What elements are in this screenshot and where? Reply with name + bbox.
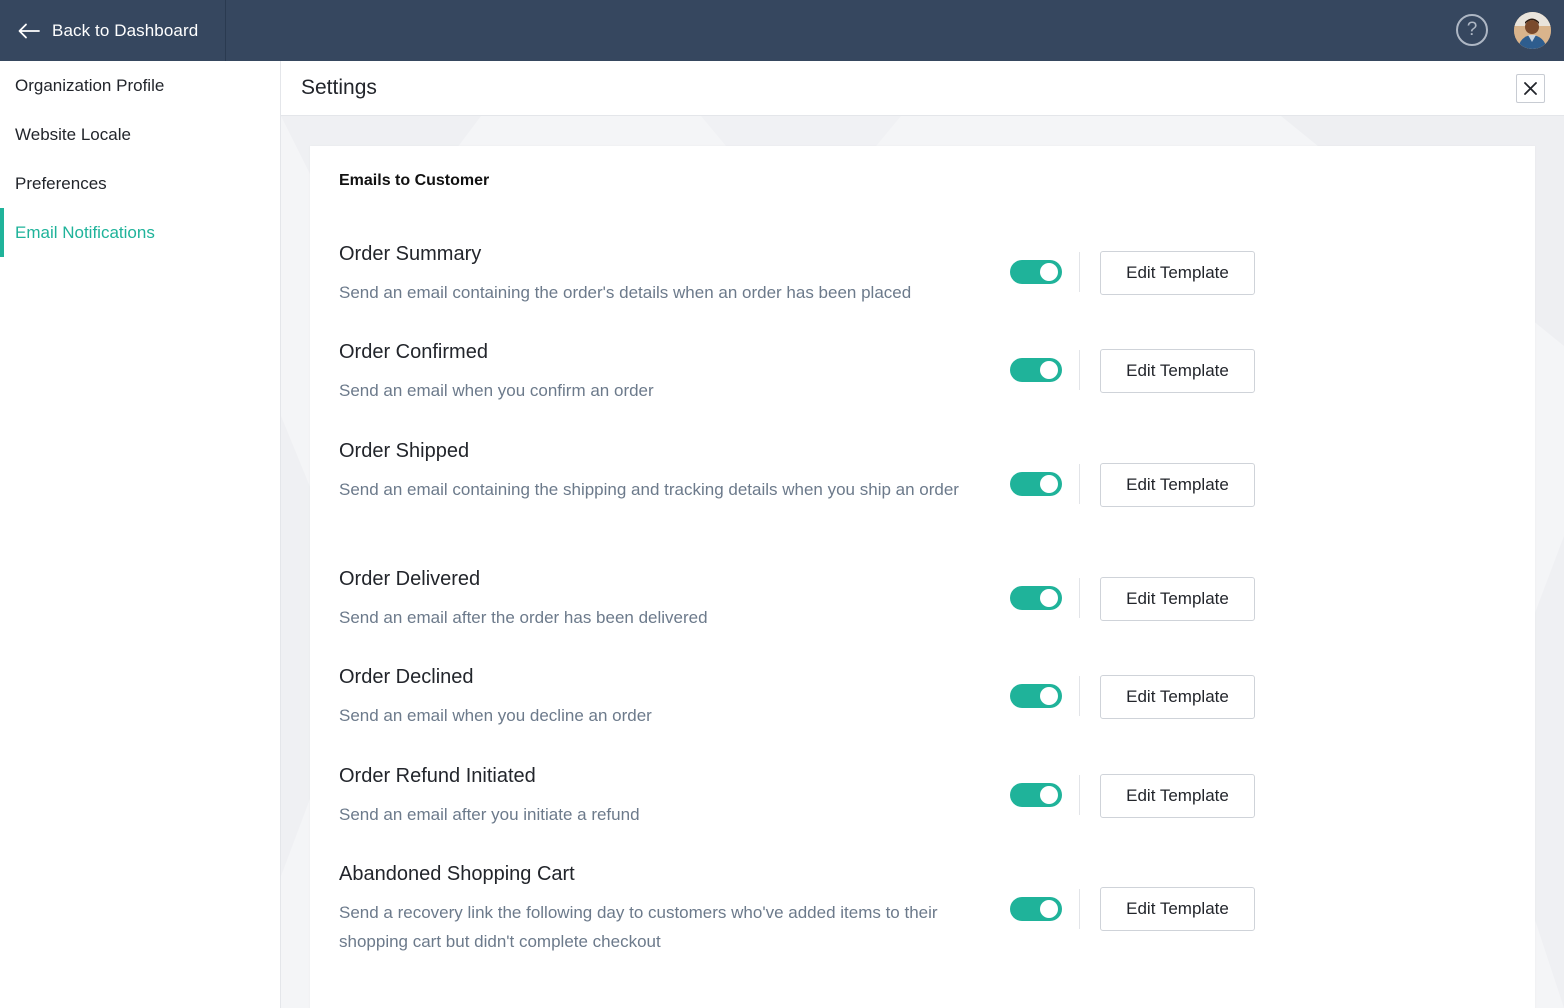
notification-title: Abandoned Shopping Cart bbox=[339, 863, 575, 885]
sidebar-item-label: Website Locale bbox=[15, 124, 131, 144]
edit-template-button[interactable]: Edit Template bbox=[1100, 349, 1255, 393]
edit-template-button[interactable]: Edit Template bbox=[1100, 577, 1255, 621]
settings-header: Settings bbox=[281, 61, 1564, 116]
notification-description: Send an email after you initiate a refun… bbox=[339, 805, 640, 824]
avatar[interactable] bbox=[1514, 12, 1551, 49]
notification-description: Send an email when you confirm an order bbox=[339, 381, 654, 400]
edit-template-button[interactable]: Edit Template bbox=[1100, 251, 1255, 295]
notification-description: Send an email containing the shipping an… bbox=[339, 480, 959, 499]
order-declined-toggle[interactable] bbox=[1010, 684, 1062, 708]
avatar-image bbox=[1514, 12, 1551, 49]
back-to-dashboard-link[interactable]: Back to Dashboard bbox=[0, 0, 226, 61]
notification-description: Send an email after the order has been d… bbox=[339, 608, 708, 627]
arrow-left-icon bbox=[18, 23, 40, 38]
page-title: Settings bbox=[301, 76, 377, 99]
divider bbox=[1079, 350, 1080, 390]
abandoned-shopping-cart-toggle[interactable] bbox=[1010, 897, 1062, 921]
edit-template-button[interactable]: Edit Template bbox=[1100, 774, 1255, 818]
notification-description: Send an email containing the order's det… bbox=[339, 283, 912, 302]
notification-description: Send an email when you decline an order bbox=[339, 706, 652, 725]
divider bbox=[1079, 252, 1080, 292]
sidebar-item-email-notifications[interactable]: Email Notifications bbox=[0, 208, 280, 257]
edit-template-button[interactable]: Edit Template bbox=[1100, 887, 1255, 931]
divider bbox=[1079, 775, 1080, 815]
order-confirmed-toggle[interactable] bbox=[1010, 358, 1062, 382]
notification-title: Order Declined bbox=[339, 666, 474, 688]
divider bbox=[1079, 889, 1080, 929]
email-notifications-card: Emails to Customer Order Summary Send an… bbox=[310, 146, 1535, 1008]
sidebar: Organization Profile Website Locale Pref… bbox=[0, 61, 281, 1008]
sidebar-item-preferences[interactable]: Preferences bbox=[0, 159, 280, 208]
divider bbox=[1079, 464, 1080, 504]
order-delivered-toggle[interactable] bbox=[1010, 586, 1062, 610]
sidebar-item-label: Email Notifications bbox=[15, 222, 155, 242]
order-shipped-toggle[interactable] bbox=[1010, 472, 1062, 496]
top-bar: Back to Dashboard ? bbox=[0, 0, 1564, 61]
notification-title: Order Summary bbox=[339, 243, 482, 265]
notification-title: Order Delivered bbox=[339, 568, 481, 590]
sidebar-item-label: Preferences bbox=[15, 173, 107, 193]
sidebar-item-organization-profile[interactable]: Organization Profile bbox=[0, 61, 280, 110]
main-content: Settings Emails to Customer Order Summar… bbox=[281, 61, 1564, 1008]
help-icon[interactable]: ? bbox=[1456, 14, 1488, 46]
notification-title: Order Confirmed bbox=[339, 341, 488, 363]
sidebar-item-label: Organization Profile bbox=[15, 75, 165, 95]
order-refund-initiated-toggle[interactable] bbox=[1010, 783, 1062, 807]
section-title: Emails to Customer bbox=[339, 172, 490, 189]
notification-title: Order Refund Initiated bbox=[339, 765, 536, 787]
notification-description: Send a recovery link the following day t… bbox=[339, 903, 938, 951]
sidebar-item-website-locale[interactable]: Website Locale bbox=[0, 110, 280, 159]
divider bbox=[1079, 676, 1080, 716]
close-icon bbox=[1524, 82, 1537, 95]
divider bbox=[1079, 578, 1080, 618]
order-summary-toggle[interactable] bbox=[1010, 260, 1062, 284]
notification-title: Order Shipped bbox=[339, 440, 470, 462]
edit-template-button[interactable]: Edit Template bbox=[1100, 675, 1255, 719]
close-button[interactable] bbox=[1516, 74, 1545, 103]
edit-template-button[interactable]: Edit Template bbox=[1100, 463, 1255, 507]
back-to-dashboard-label: Back to Dashboard bbox=[52, 20, 199, 40]
